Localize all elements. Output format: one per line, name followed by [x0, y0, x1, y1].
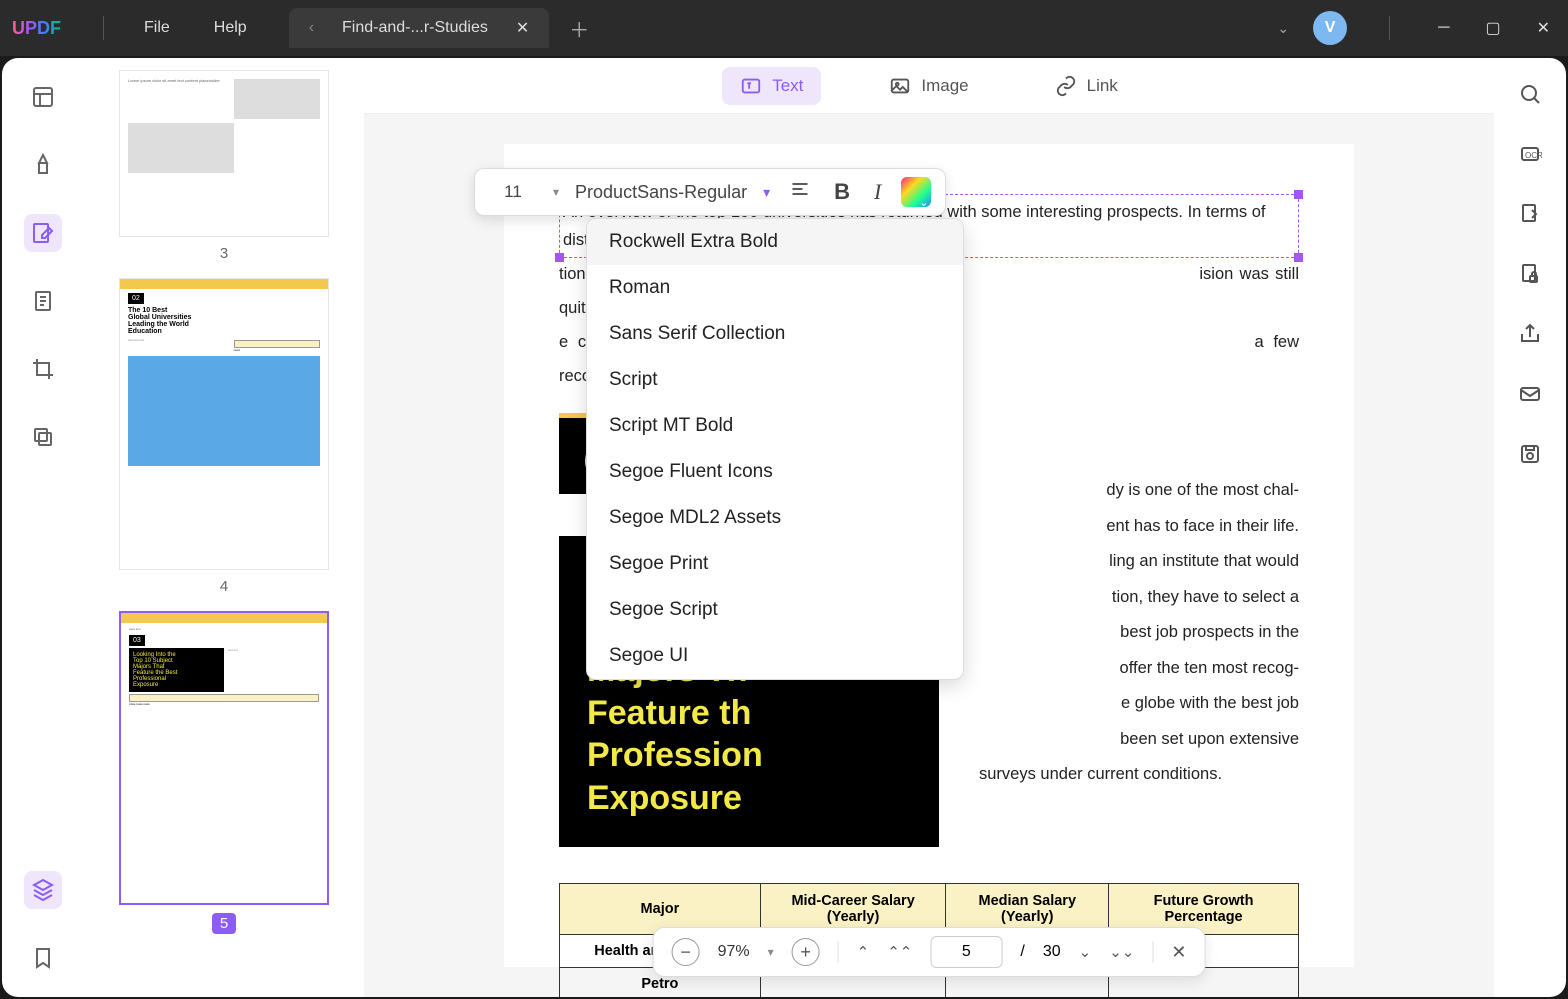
prev-page-icon[interactable]: ⌃ [857, 943, 870, 961]
divider [1389, 16, 1390, 40]
minimize-button[interactable]: ─ [1432, 19, 1455, 37]
share-icon[interactable] [1514, 318, 1546, 350]
text-format-toolbar[interactable]: 11 ▾ ProductSans-Regular ▾ B I [474, 168, 946, 216]
divider [1152, 941, 1153, 963]
divider [103, 16, 104, 40]
email-icon[interactable] [1514, 378, 1546, 410]
font-family-dropdown-icon[interactable]: ▾ [763, 184, 770, 201]
font-family-value[interactable]: ProductSans-Regular [575, 182, 747, 203]
app-logo: UPDF [12, 18, 61, 39]
thumbnail-page-3[interactable]: Lorem ipsum dolor sit amet text content … [119, 70, 329, 237]
next-page-icon[interactable]: ⌄ [1079, 943, 1092, 961]
main-content: Text Image Link An overview of the top 1… [364, 58, 1494, 997]
font-option[interactable]: Segoe Fluent Icons [587, 449, 963, 495]
thumb-number: 5 [212, 913, 236, 934]
svg-text:OCR: OCR [1525, 151, 1542, 160]
tab-label: Link [1087, 76, 1118, 96]
edit-icon[interactable] [24, 214, 62, 252]
selection-handle[interactable] [555, 253, 564, 262]
body-column: dy is one of the most chal- ent has to f… [979, 413, 1299, 847]
first-page-icon[interactable]: ⌃⌃ [887, 943, 912, 961]
layers-icon[interactable] [24, 871, 62, 909]
thumb-number: 3 [119, 245, 329, 262]
font-option[interactable]: Segoe Print [587, 541, 963, 587]
selection-handle[interactable] [1294, 190, 1303, 199]
zoom-in-button[interactable]: + [792, 938, 820, 966]
crop-icon[interactable] [24, 350, 62, 388]
tab-label: Image [921, 76, 968, 96]
right-sidebar: OCR [1494, 58, 1566, 997]
zoom-value: 97% [718, 943, 750, 961]
zoom-dropdown-icon[interactable]: ▾ [768, 945, 774, 959]
tab-close-icon[interactable]: ✕ [516, 18, 529, 38]
font-option[interactable]: Rockwell Extra Bold [587, 219, 963, 265]
font-option[interactable]: Segoe UI [587, 633, 963, 679]
ocr-icon[interactable]: OCR [1514, 138, 1546, 170]
divider [838, 941, 839, 963]
font-option[interactable]: Roman [587, 265, 963, 311]
thumbnail-page-5[interactable]: para text03Looking Into theTop 10 Subjec… [119, 611, 329, 905]
document-tab[interactable]: ‹ Find-and-...r-Studies ✕ [289, 8, 550, 48]
last-page-icon[interactable]: ⌄⌄ [1109, 943, 1134, 961]
close-button[interactable]: ✕ [1531, 18, 1556, 38]
italic-icon[interactable]: I [870, 175, 885, 209]
lock-icon[interactable] [1514, 258, 1546, 290]
edit-image-tab[interactable]: Image [871, 67, 986, 105]
thumb-number: 4 [119, 578, 329, 595]
font-option[interactable]: Script [587, 357, 963, 403]
bookmark-icon[interactable] [24, 939, 62, 977]
copy-icon[interactable] [24, 418, 62, 456]
left-sidebar [2, 58, 84, 997]
tab-title: Find-and-...r-Studies [342, 19, 488, 37]
thumbnails-icon[interactable] [24, 78, 62, 116]
close-bar-icon[interactable]: ✕ [1171, 942, 1186, 963]
new-tab-button[interactable]: ＋ [569, 14, 589, 43]
font-option[interactable]: Segoe MDL2 Assets [587, 495, 963, 541]
page-total: 30 [1043, 943, 1061, 961]
page-icon[interactable] [24, 282, 62, 320]
save-icon[interactable] [1514, 438, 1546, 470]
selection-handle[interactable] [1294, 253, 1303, 262]
user-avatar[interactable]: V [1313, 11, 1347, 45]
page-number-input[interactable] [930, 936, 1002, 968]
tab-label: Text [772, 76, 803, 96]
menu-file[interactable]: File [122, 19, 192, 37]
zoom-out-button[interactable]: − [672, 938, 700, 966]
maximize-button[interactable]: ▢ [1479, 18, 1506, 38]
edit-text-tab[interactable]: Text [722, 67, 821, 105]
font-option[interactable]: Segoe Script [587, 587, 963, 633]
font-family-dropdown[interactable]: Rockwell Extra Bold Roman Sans Serif Col… [586, 218, 964, 680]
menu-help[interactable]: Help [192, 19, 269, 37]
font-size-value[interactable]: 11 [489, 182, 537, 202]
edit-link-tab[interactable]: Link [1037, 67, 1136, 105]
font-option[interactable]: Script MT Bold [587, 403, 963, 449]
page-separator: / [1020, 943, 1024, 961]
font-size-dropdown-icon[interactable]: ▾ [553, 185, 559, 199]
navigation-bar: − 97% ▾ + ⌃ ⌃⌃ / 30 ⌄ ⌄⌄ ✕ [653, 927, 1206, 977]
thumbnail-page-4[interactable]: 02The 10 BestGlobal UniversitiesLeading … [119, 278, 329, 570]
chevron-down-icon[interactable]: ⌄ [1277, 20, 1289, 37]
bold-icon[interactable]: B [830, 175, 854, 209]
highlight-icon[interactable] [24, 146, 62, 184]
align-icon[interactable] [786, 175, 814, 209]
thumbnail-panel: Lorem ipsum dolor sit amet text content … [84, 58, 364, 997]
edit-mode-toolbar: Text Image Link [364, 58, 1494, 114]
convert-icon[interactable] [1514, 198, 1546, 230]
tab-back-icon[interactable]: ‹ [309, 19, 314, 37]
text-color-button[interactable] [901, 177, 931, 207]
search-icon[interactable] [1514, 78, 1546, 110]
font-option[interactable]: Sans Serif Collection [587, 311, 963, 357]
